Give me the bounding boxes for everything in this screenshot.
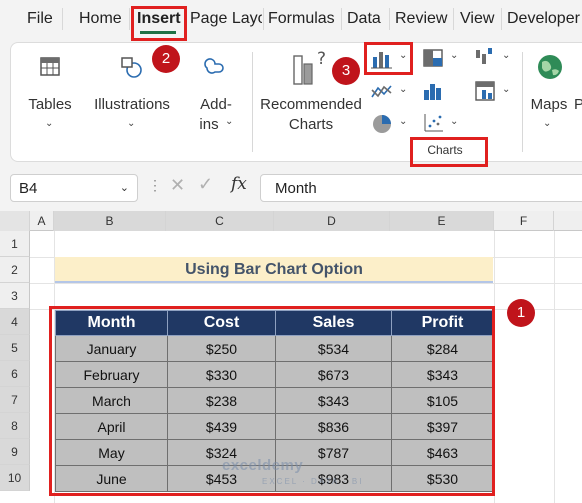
addins-label-line1: Add- bbox=[200, 96, 232, 113]
column-header-a[interactable]: A bbox=[30, 211, 54, 231]
step-badge-2: 2 bbox=[152, 45, 180, 73]
tables-button[interactable]: Tables ⌄ bbox=[28, 46, 72, 156]
maps-button[interactable]: Maps ⌄ bbox=[526, 46, 576, 156]
insert-hierarchy-chart-button[interactable]: ⌄ bbox=[420, 44, 464, 74]
chevron-down-icon: ⌄ bbox=[543, 118, 552, 129]
treemap-icon bbox=[423, 49, 443, 67]
row-header-6[interactable]: 6 bbox=[0, 361, 30, 387]
recommended-charts-label-line1: Recommended bbox=[260, 96, 362, 113]
column-header-f[interactable]: F bbox=[494, 211, 554, 231]
globe-icon bbox=[538, 55, 562, 79]
tab-separator bbox=[501, 8, 502, 30]
tab-separator bbox=[341, 8, 342, 30]
formula-input[interactable]: Month bbox=[260, 174, 582, 202]
tab-home[interactable]: Home bbox=[79, 10, 122, 28]
tab-developer[interactable]: Developer bbox=[507, 10, 580, 28]
chevron-down-icon: ⌄ bbox=[450, 50, 459, 61]
tab-data[interactable]: Data bbox=[347, 10, 381, 28]
column-header-e[interactable]: E bbox=[390, 211, 494, 231]
recommended-charts-icon: ? bbox=[293, 49, 326, 85]
maps-label: Maps bbox=[530, 96, 568, 113]
ribbon: Tables ⌄ Illustrations ⌄ Add- ins ⌄ ? Re… bbox=[0, 40, 582, 165]
group-separator bbox=[522, 52, 523, 152]
insert-line-chart-button[interactable]: ⌄ bbox=[366, 78, 412, 108]
row-header-9[interactable]: 9 bbox=[0, 439, 30, 465]
gridline bbox=[554, 231, 555, 503]
chevron-down-icon: ⌄ bbox=[502, 84, 511, 95]
row-header-3[interactable]: 3 bbox=[0, 283, 30, 309]
drag-handle-icon[interactable]: ⋮ bbox=[148, 177, 162, 194]
waterfall-icon bbox=[476, 48, 492, 64]
tab-view[interactable]: View bbox=[460, 10, 494, 28]
scatter-chart-icon bbox=[424, 114, 443, 132]
step-badge-3: 3 bbox=[332, 57, 360, 85]
insert-waterfall-chart-button[interactable]: ⌄ bbox=[472, 44, 516, 74]
addins-button[interactable]: Add- ins ⌄ bbox=[192, 46, 240, 156]
chevron-down-icon: ⌄ bbox=[399, 116, 408, 127]
select-all-corner[interactable] bbox=[0, 211, 30, 231]
row-header-5[interactable]: 5 bbox=[0, 335, 30, 361]
highlight-charts-group bbox=[410, 137, 488, 167]
sheet-title-cell[interactable]: Using Bar Chart Option bbox=[55, 257, 493, 283]
line-chart-icon bbox=[371, 85, 392, 98]
ribbon-tab-bar: File Home Insert Page Layout Formulas Da… bbox=[0, 0, 582, 40]
pivot-chart-icon bbox=[475, 81, 495, 101]
tab-page-layout[interactable]: Page Layout bbox=[190, 10, 262, 28]
highlight-insert-tab bbox=[131, 6, 187, 41]
tables-label: Tables bbox=[28, 96, 72, 113]
histogram-icon bbox=[424, 84, 441, 100]
insert-pie-chart-button[interactable]: ⌄ bbox=[366, 110, 412, 140]
recommended-charts-label-line2: Charts bbox=[288, 116, 334, 133]
tab-separator bbox=[129, 8, 130, 30]
pivotchart-label-partial: P bbox=[574, 96, 582, 113]
chevron-down-icon: ⌄ bbox=[225, 116, 234, 127]
tab-file[interactable]: File bbox=[27, 10, 53, 28]
name-box-value: B4 bbox=[19, 180, 38, 197]
pie-chart-icon bbox=[373, 115, 391, 133]
column-header-b[interactable]: B bbox=[54, 211, 166, 231]
row-header-2[interactable]: 2 bbox=[0, 257, 30, 283]
gridline bbox=[30, 283, 582, 284]
formula-content: Month bbox=[275, 180, 317, 197]
name-box[interactable]: B4 ⌄ bbox=[10, 174, 138, 202]
insert-scatter-chart-button[interactable]: ⌄ bbox=[420, 110, 464, 140]
chevron-down-icon[interactable]: ⌄ bbox=[120, 181, 129, 194]
row-header-4[interactable]: 4 bbox=[0, 309, 30, 335]
row-header-10[interactable]: 10 bbox=[0, 465, 30, 491]
row-header-1[interactable]: 1 bbox=[0, 231, 30, 257]
shapes-icon bbox=[121, 57, 142, 78]
tab-review[interactable]: Review bbox=[395, 10, 447, 28]
chevron-down-icon: ⌄ bbox=[127, 118, 136, 129]
enter-check-icon[interactable]: ✓ bbox=[198, 174, 213, 195]
svg-text:?: ? bbox=[317, 49, 326, 69]
group-separator bbox=[252, 52, 253, 152]
row-header-8[interactable]: 8 bbox=[0, 413, 30, 439]
table-icon bbox=[40, 57, 60, 76]
step-badge-1: 1 bbox=[507, 299, 535, 327]
column-header-bar: A B C D E F bbox=[0, 211, 582, 231]
chevron-down-icon: ⌄ bbox=[502, 50, 511, 61]
chevron-down-icon: ⌄ bbox=[399, 84, 408, 95]
illustrations-label: Illustrations bbox=[94, 96, 170, 113]
tab-separator bbox=[263, 8, 264, 30]
highlight-data-range bbox=[49, 306, 495, 496]
tab-separator bbox=[62, 8, 63, 30]
column-header-d[interactable]: D bbox=[274, 211, 390, 231]
addins-label-line2: ins bbox=[199, 116, 219, 133]
tab-formulas[interactable]: Formulas bbox=[268, 10, 335, 28]
insert-statistic-chart-button[interactable] bbox=[420, 78, 450, 108]
formula-bar-area: B4 ⌄ ⋮ ✕ ✓ fx Month bbox=[0, 165, 582, 211]
tab-separator bbox=[453, 8, 454, 30]
insert-pivot-chart-button[interactable]: ⌄ bbox=[472, 78, 516, 108]
highlight-bar-chart-button bbox=[364, 42, 413, 75]
chevron-down-icon: ⌄ bbox=[450, 116, 459, 127]
tab-separator bbox=[389, 8, 390, 30]
cancel-icon[interactable]: ✕ bbox=[170, 175, 185, 196]
column-header-c[interactable]: C bbox=[166, 211, 274, 231]
insert-function-button[interactable]: fx bbox=[231, 174, 247, 194]
row-header-7[interactable]: 7 bbox=[0, 387, 30, 413]
chevron-down-icon: ⌄ bbox=[45, 118, 54, 129]
addin-icon bbox=[204, 58, 224, 74]
